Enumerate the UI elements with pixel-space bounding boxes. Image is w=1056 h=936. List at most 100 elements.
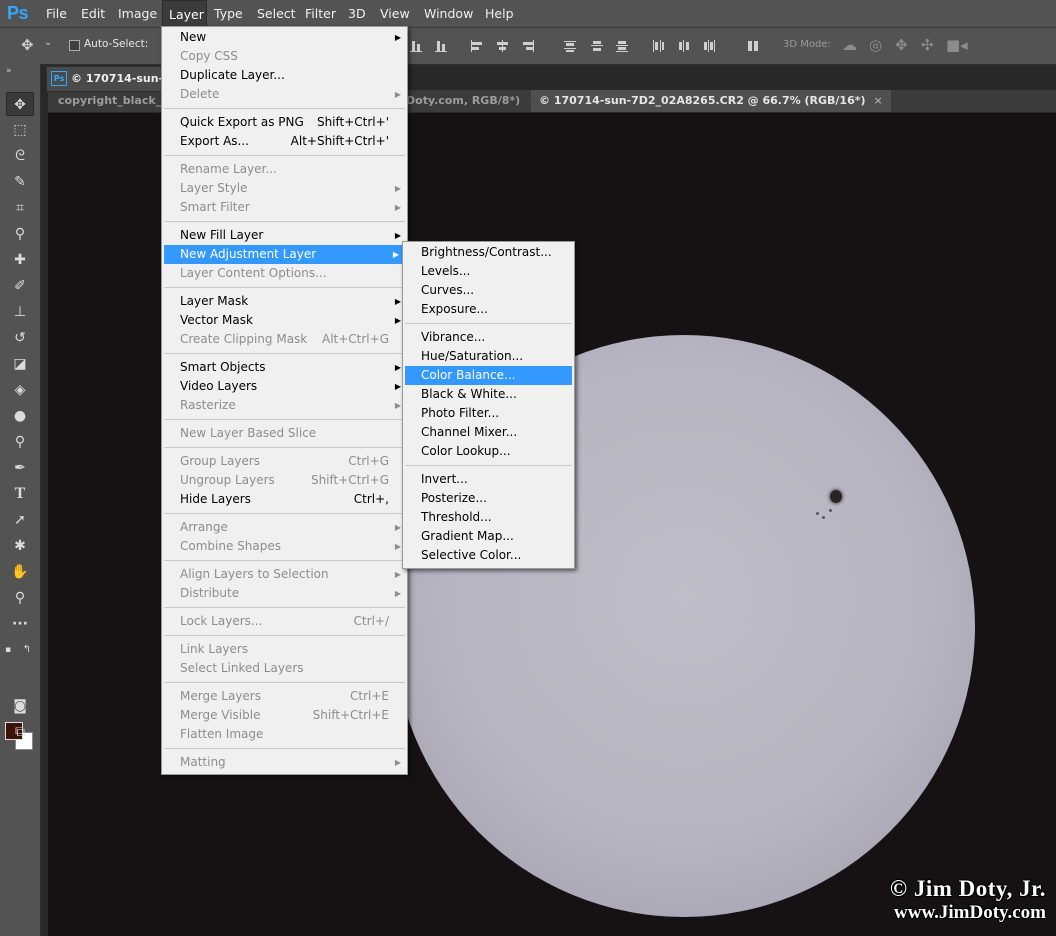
zoom-tool-icon[interactable]: ⚲: [6, 586, 34, 610]
menu-item-levels[interactable]: Levels...: [403, 262, 574, 281]
submenu-arrow-icon: ▶: [394, 363, 401, 372]
quick-mask-icon[interactable]: ◙: [6, 694, 34, 718]
menu-item-photo-filter[interactable]: Photo Filter...: [403, 404, 574, 423]
menu-type[interactable]: Type: [208, 0, 249, 27]
menu-item-curves[interactable]: Curves...: [403, 281, 574, 300]
tab-sun-image[interactable]: © 170714-sun-7D2_02A8265.CR2 @ 66.7% (RG…: [531, 90, 891, 112]
distribute-horizontal-centers-icon[interactable]: [677, 39, 691, 53]
menu-item-invert[interactable]: Invert...: [403, 470, 574, 489]
menu-item-color-lookup[interactable]: Color Lookup...: [403, 442, 574, 461]
screen-mode-icon[interactable]: ⧉: [6, 720, 34, 744]
move-tool-preset-icon[interactable]: ✥: [21, 36, 34, 54]
3d-orbit-icon[interactable]: ☁: [842, 36, 857, 54]
menu-filter[interactable]: Filter: [299, 0, 342, 27]
auto-select-label: Auto-Select:: [84, 38, 149, 50]
submenu-arrow-icon: ▶: [394, 570, 401, 579]
submenu-arrow-icon: ▶: [394, 184, 401, 193]
menu-item-new-adjustment-layer[interactable]: New Adjustment Layer ▶: [164, 245, 405, 264]
move-tool-icon[interactable]: ✥: [6, 92, 34, 116]
clone-stamp-tool-icon[interactable]: ⊥: [6, 300, 34, 324]
blur-tool-icon[interactable]: ●: [6, 404, 34, 428]
menu-item-label: Duplicate Layer...: [180, 68, 285, 82]
menu-item-color-balance[interactable]: Color Balance...: [405, 366, 572, 385]
menu-item-layer-mask[interactable]: Layer Mask ▶: [162, 292, 407, 311]
menu-item-vibrance[interactable]: Vibrance...: [403, 328, 574, 347]
panel-collapse-icon[interactable]: »: [6, 66, 12, 76]
healing-brush-tool-icon[interactable]: ✚: [6, 248, 34, 272]
lasso-tool-icon[interactable]: ᘓ: [6, 144, 34, 168]
custom-shape-tool-icon[interactable]: ✱: [6, 534, 34, 558]
hand-tool-icon[interactable]: ✋: [6, 560, 34, 584]
menu-item-hide-layers[interactable]: Hide Layers Ctrl+,: [162, 490, 407, 509]
align-left-edges-icon[interactable]: [470, 39, 484, 53]
align-bottom-icon[interactable]: [409, 39, 423, 53]
menu-item-label: New Fill Layer: [180, 228, 264, 242]
menu-item-new[interactable]: New ▶: [162, 28, 407, 47]
align-right-edges-icon[interactable]: [521, 39, 535, 53]
close-icon[interactable]: ×: [528, 94, 530, 107]
menu-edit[interactable]: Edit: [75, 0, 111, 27]
menu-item-posterize[interactable]: Posterize...: [403, 489, 574, 508]
3d-pan-icon[interactable]: ✥: [895, 36, 908, 54]
chevron-down-icon[interactable]: ⌄: [44, 37, 52, 48]
menu-item-channel-mixer[interactable]: Channel Mixer...: [403, 423, 574, 442]
menu-item-selective-color[interactable]: Selective Color...: [403, 546, 574, 565]
eyedropper-tool-icon[interactable]: ⚲: [6, 222, 34, 246]
menu-item-duplicate-layer[interactable]: Duplicate Layer...: [162, 66, 407, 85]
auto-align-layers-icon[interactable]: [746, 39, 760, 53]
menu-item-quick-export-as-png[interactable]: Quick Export as PNG Shift+Ctrl+': [162, 113, 407, 132]
auto-select-checkbox[interactable]: [69, 40, 80, 51]
more-tools-icon[interactable]: ···: [6, 612, 34, 636]
menu-item-gradient-map[interactable]: Gradient Map...: [403, 527, 574, 546]
menu-item-smart-objects[interactable]: Smart Objects ▶: [162, 358, 407, 377]
align-bottom-edges-icon[interactable]: [434, 39, 448, 53]
distribute-bottom-icon[interactable]: [615, 39, 629, 53]
eraser-tool-icon[interactable]: ◪: [6, 352, 34, 376]
menu-item-vector-mask[interactable]: Vector Mask ▶: [162, 311, 407, 330]
menu-3d[interactable]: 3D: [342, 0, 372, 27]
distribute-right-icon[interactable]: [702, 39, 716, 53]
tab-jimdoty-png[interactable]: Doty.com, RGB/8*) ×: [406, 90, 530, 112]
paint-bucket-tool-icon[interactable]: ◈: [6, 378, 34, 402]
menu-item-label: Select Linked Layers: [180, 661, 304, 675]
type-tool-icon[interactable]: T: [6, 482, 34, 506]
menu-separator: [164, 353, 405, 354]
close-icon[interactable]: ×: [874, 94, 883, 107]
menu-item-new-fill-layer[interactable]: New Fill Layer ▶: [162, 226, 407, 245]
path-select-tool-icon[interactable]: ➚: [6, 508, 34, 532]
crop-tool-icon[interactable]: ⌗: [6, 196, 34, 220]
menu-item-export-as[interactable]: Export As... Alt+Shift+Ctrl+': [162, 132, 407, 151]
3d-scale-icon[interactable]: ■◂: [946, 36, 968, 54]
menu-item-label: Color Lookup...: [421, 444, 511, 458]
history-brush-tool-icon[interactable]: ↺: [6, 326, 34, 350]
distribute-vertical-centers-icon[interactable]: [590, 39, 604, 53]
menu-item-black-white[interactable]: Black & White...: [403, 385, 574, 404]
tab-copyright-black[interactable]: copyright_black_on: [58, 90, 168, 112]
menu-layer[interactable]: Layer: [162, 0, 207, 27]
default-colors-icon[interactable]: ▪: [2, 638, 14, 662]
marquee-tool-icon[interactable]: ⬚: [6, 118, 34, 142]
menu-item-video-layers[interactable]: Video Layers ▶: [162, 377, 407, 396]
menu-separator: [164, 560, 405, 561]
pen-tool-icon[interactable]: ✒: [6, 456, 34, 480]
menu-image[interactable]: Image: [112, 0, 163, 27]
distribute-left-icon[interactable]: [651, 39, 665, 53]
3d-slide-icon[interactable]: ✣: [921, 36, 934, 54]
menu-select[interactable]: Select: [251, 0, 302, 27]
distribute-top-icon[interactable]: [563, 39, 577, 53]
3d-roll-icon[interactable]: ◎: [869, 36, 882, 54]
quick-select-tool-icon[interactable]: ✎: [6, 170, 34, 194]
menu-help[interactable]: Help: [479, 0, 520, 27]
menu-file[interactable]: File: [40, 0, 73, 27]
dodge-tool-icon[interactable]: ⚲: [6, 430, 34, 454]
swap-colors-icon[interactable]: ↰: [20, 638, 34, 662]
menu-item-threshold[interactable]: Threshold...: [403, 508, 574, 527]
align-horizontal-centers-icon[interactable]: [496, 39, 510, 53]
menu-item-exposure[interactable]: Exposure...: [403, 300, 574, 319]
menu-window[interactable]: Window: [418, 0, 479, 27]
menu-item-brightness-contrast[interactable]: Brightness/Contrast...: [403, 243, 574, 262]
sunspot: [830, 490, 842, 503]
menu-view[interactable]: View: [374, 0, 416, 27]
brush-tool-icon[interactable]: ✐: [6, 274, 34, 298]
menu-item-hue-saturation[interactable]: Hue/Saturation...: [403, 347, 574, 366]
